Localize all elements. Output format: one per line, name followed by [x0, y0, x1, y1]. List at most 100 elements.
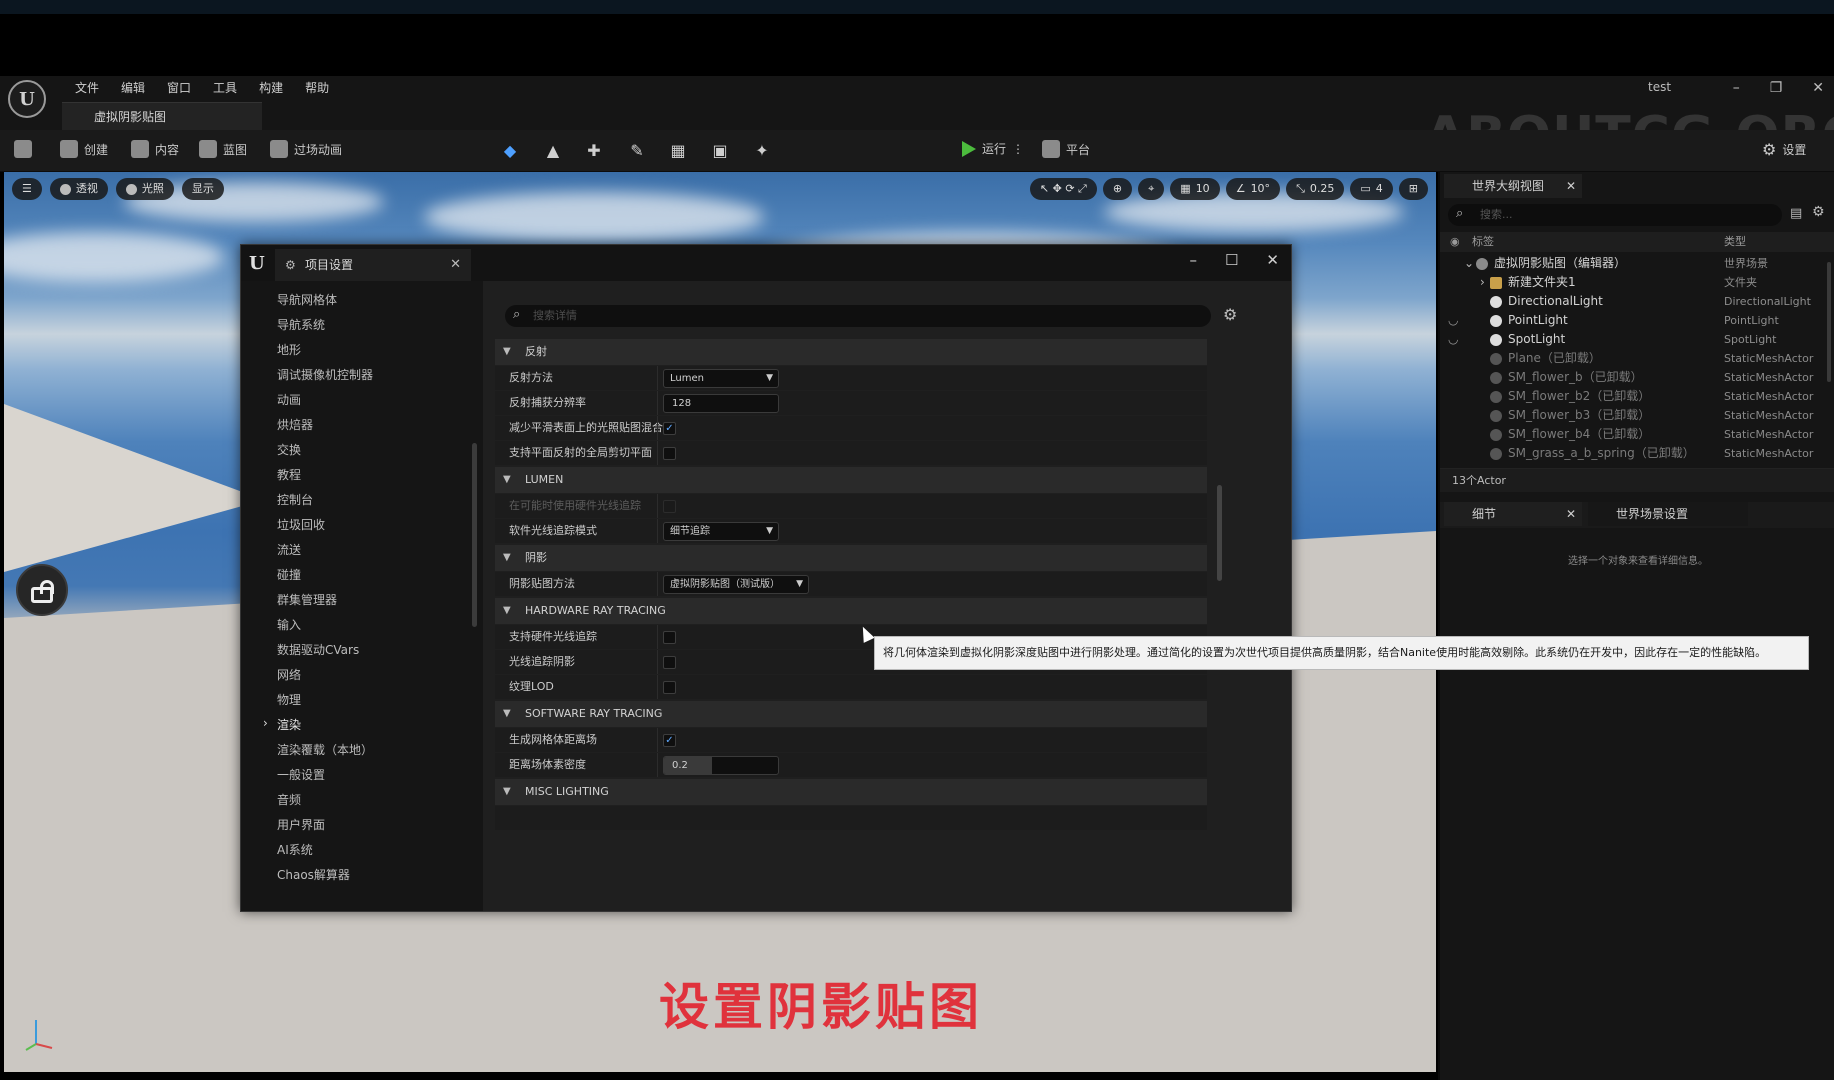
- reflection-capture-resolution-input[interactable]: 128: [663, 394, 779, 413]
- create-button[interactable]: 创建: [60, 140, 108, 158]
- scale-snap-button[interactable]: ⤡ 0.25: [1286, 178, 1345, 200]
- rt-shadows-checkbox[interactable]: [663, 656, 676, 669]
- reflection-method-dropdown[interactable]: Lumen ▼: [663, 369, 779, 388]
- tree-row[interactable]: SM_flower_b（已卸载） StaticMeshActor: [1440, 368, 1834, 387]
- nav-item[interactable]: 控制台: [277, 491, 313, 508]
- maximize-icon[interactable]: ☐: [1225, 251, 1238, 269]
- nav-item[interactable]: 调试摄像机控制器: [277, 366, 373, 383]
- menu-build[interactable]: 构建: [248, 78, 294, 98]
- maximize-viewport-button[interactable]: ⊞: [1398, 178, 1428, 200]
- tree-row[interactable]: ◡ SpotLight SpotLight: [1440, 330, 1834, 349]
- menu-help[interactable]: 帮助: [294, 78, 340, 98]
- menu-edit[interactable]: 编辑: [110, 78, 156, 98]
- nav-item[interactable]: 导航系统: [277, 316, 325, 333]
- global-clip-plane-checkbox[interactable]: [663, 447, 676, 460]
- nav-item[interactable]: 流送: [277, 541, 301, 558]
- category-reflections[interactable]: ▼ 反射: [495, 339, 1207, 365]
- category-shadows[interactable]: ▼ 阴影: [495, 545, 1207, 571]
- outliner-tab[interactable]: 世界大纲视图 ✕: [1444, 174, 1582, 198]
- menu-tools[interactable]: 工具: [202, 78, 248, 98]
- eye-hidden-icon[interactable]: ◡: [1448, 330, 1458, 349]
- fracture-mode-icon[interactable]: ▦: [668, 141, 688, 161]
- tree-row[interactable]: › 新建文件夹1 文件夹: [1440, 273, 1834, 292]
- modeling-mode-icon[interactable]: ▣: [710, 141, 730, 161]
- gen-mesh-df-checkbox[interactable]: ✓: [663, 734, 676, 747]
- perspective-button[interactable]: 透视: [49, 178, 108, 200]
- project-settings-tab[interactable]: ⚙ 项目设置 ✕: [275, 249, 471, 281]
- close-icon[interactable]: ✕: [1566, 502, 1576, 526]
- nav-item[interactable]: 一般设置: [277, 766, 325, 783]
- chevron-right-icon[interactable]: ›: [1480, 273, 1485, 292]
- transform-tools[interactable]: ↖ ✥ ⟳ ⤢: [1029, 178, 1097, 200]
- chevron-right-icon[interactable]: ›: [263, 716, 268, 730]
- landscape-mode-icon[interactable]: ▲: [543, 141, 563, 161]
- tree-row[interactable]: ⌄ 虚拟阴影贴图（编辑器） 世界场景: [1440, 254, 1834, 273]
- support-hw-rt-checkbox[interactable]: [663, 631, 676, 644]
- df-voxel-density-slider[interactable]: 0.2: [663, 756, 779, 775]
- nav-item[interactable]: 动画: [277, 391, 301, 408]
- nav-item[interactable]: 音频: [277, 791, 301, 808]
- menu-window[interactable]: 窗口: [156, 78, 202, 98]
- nav-item[interactable]: 导航网格体: [277, 291, 337, 308]
- nav-item[interactable]: Chaos解算器: [277, 866, 350, 883]
- tree-row[interactable]: DirectionalLight DirectionalLight: [1440, 292, 1834, 311]
- cinematics-button[interactable]: 过场动画: [270, 140, 342, 158]
- foliage-mode-icon[interactable]: ✚: [584, 141, 604, 161]
- show-button[interactable]: 显示: [181, 178, 224, 200]
- tree-row[interactable]: SM_flower_b2（已卸载） StaticMeshActor: [1440, 387, 1834, 406]
- software-rt-mode-dropdown[interactable]: 细节追踪 ▼: [663, 522, 779, 541]
- nav-scrollbar[interactable]: [472, 443, 477, 627]
- nav-item[interactable]: 数据驱动CVars: [277, 641, 359, 658]
- minimize-icon[interactable]: –: [1189, 251, 1197, 269]
- restore-icon[interactable]: ❐: [1770, 80, 1783, 96]
- camera-speed-button[interactable]: ▭ 4: [1350, 178, 1393, 200]
- details-scrollbar[interactable]: [1217, 485, 1222, 581]
- details-tab[interactable]: 细节 ✕: [1444, 502, 1582, 526]
- category-lumen[interactable]: ▼ LUMEN: [495, 467, 1207, 493]
- category-misc-lighting[interactable]: ▼ MISC LIGHTING: [495, 779, 1207, 805]
- gear-icon[interactable]: ⚙: [1223, 305, 1237, 324]
- play-button[interactable]: 运行 ⋮: [962, 140, 1024, 157]
- platform-button[interactable]: 平台: [1042, 140, 1090, 158]
- viewport-menu-button[interactable]: ☰: [12, 178, 42, 200]
- unreal-logo-icon[interactable]: U: [8, 80, 46, 118]
- nav-item[interactable]: 地形: [277, 341, 301, 358]
- content-button[interactable]: 内容: [131, 140, 179, 158]
- outliner-scrollbar[interactable]: [1827, 262, 1831, 382]
- nav-item[interactable]: 渲染覆载（本地）: [277, 741, 373, 758]
- close-icon[interactable]: ✕: [1812, 80, 1824, 96]
- tree-row[interactable]: SM_flower_b4（已卸载） StaticMeshActor: [1440, 425, 1834, 444]
- lock-button[interactable]: [16, 564, 68, 616]
- nav-item[interactable]: 输入: [277, 616, 301, 633]
- menu-file[interactable]: 文件: [64, 78, 110, 98]
- nav-item[interactable]: 烘焙器: [277, 416, 313, 433]
- outliner-search-input[interactable]: 搜索...: [1448, 204, 1782, 226]
- close-icon[interactable]: ✕: [450, 249, 461, 281]
- lit-button[interactable]: 光照: [115, 178, 174, 200]
- chevron-down-icon[interactable]: ⌄: [1464, 254, 1474, 273]
- category-hardware-ray-tracing[interactable]: ▼ HARDWARE RAY TRACING: [495, 598, 1207, 624]
- close-icon[interactable]: ✕: [1266, 251, 1279, 269]
- nav-item[interactable]: 教程: [277, 466, 301, 483]
- nav-item[interactable]: 垃圾回收: [277, 516, 325, 533]
- play-options-icon[interactable]: ⋮: [1012, 142, 1024, 156]
- reduce-lightmap-mixing-checkbox[interactable]: ✓: [663, 422, 676, 435]
- tree-row[interactable]: SM_flower_b3（已卸载） StaticMeshActor: [1440, 406, 1834, 425]
- nav-item[interactable]: AI系统: [277, 841, 313, 858]
- tree-row[interactable]: Plane（已卸载） StaticMeshActor: [1440, 349, 1834, 368]
- type-column-header[interactable]: 类型: [1724, 232, 1746, 252]
- nav-item[interactable]: 群集管理器: [277, 591, 337, 608]
- tree-row[interactable]: SM_grass_a_b_spring（已卸载） StaticMeshActor: [1440, 444, 1834, 463]
- eye-hidden-icon[interactable]: ◡: [1448, 311, 1458, 330]
- gear-icon[interactable]: ⚙: [1812, 204, 1825, 220]
- blueprint-button[interactable]: 蓝图: [199, 140, 247, 158]
- shadow-map-method-dropdown[interactable]: 虚拟阴影贴图（测试版） ▼: [663, 575, 809, 594]
- mesh-paint-mode-icon[interactable]: ✎: [627, 141, 647, 161]
- world-local-toggle[interactable]: ⊕: [1102, 178, 1133, 200]
- select-mode-icon[interactable]: ◆: [500, 141, 520, 161]
- details-search-input[interactable]: 搜索详情: [505, 305, 1211, 327]
- texture-lod-checkbox[interactable]: [663, 681, 676, 694]
- settings-button[interactable]: ⚙ 设置: [1762, 140, 1806, 159]
- close-icon[interactable]: ✕: [1566, 174, 1576, 198]
- category-software-ray-tracing[interactable]: ▼ SOFTWARE RAY TRACING: [495, 701, 1207, 727]
